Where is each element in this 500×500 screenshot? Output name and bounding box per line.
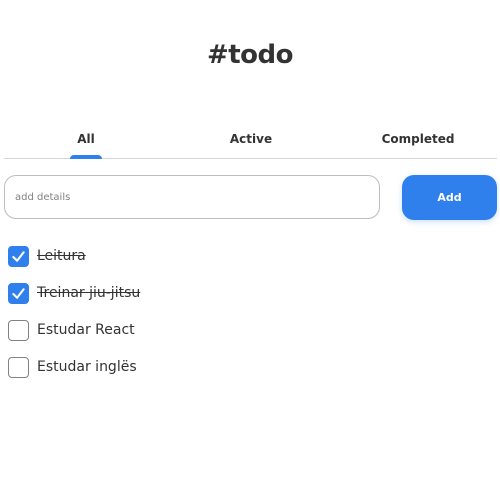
task-checkbox[interactable] <box>8 357 29 378</box>
active-tab-indicator <box>70 155 102 159</box>
task-label: Estudar React <box>37 322 135 338</box>
tab-active[interactable]: Active <box>226 126 276 157</box>
tab-all[interactable]: All <box>70 126 102 159</box>
tab-active-label: Active <box>229 132 273 146</box>
task-item: Estudar inglës <box>8 357 488 379</box>
tab-completed-label: Completed <box>381 132 455 146</box>
tab-all-label: All <box>77 132 95 146</box>
checkmark-icon <box>12 251 25 262</box>
task-item: Treinar jiu-jitsu <box>8 283 488 305</box>
task-item: Leitura <box>8 246 488 268</box>
todo-app: #todo All Active Completed Add Leitura <box>0 0 500 500</box>
task-details-input[interactable] <box>4 175 380 219</box>
task-label: Leitura <box>37 248 86 264</box>
checkmark-icon <box>12 288 25 299</box>
task-checkbox[interactable] <box>8 320 29 341</box>
task-item: Estudar React <box>8 320 488 342</box>
filter-tabs: All Active Completed <box>4 126 497 159</box>
page-title: #todo <box>206 40 294 70</box>
task-label: Treinar jiu-jitsu <box>37 285 141 301</box>
task-list: Leitura Treinar jiu-jitsu Estudar React … <box>8 246 488 394</box>
add-button[interactable]: Add <box>402 175 497 220</box>
task-checkbox[interactable] <box>8 246 29 267</box>
task-label: Estudar inglës <box>37 359 137 375</box>
task-checkbox[interactable] <box>8 283 29 304</box>
tab-completed[interactable]: Completed <box>376 126 460 157</box>
